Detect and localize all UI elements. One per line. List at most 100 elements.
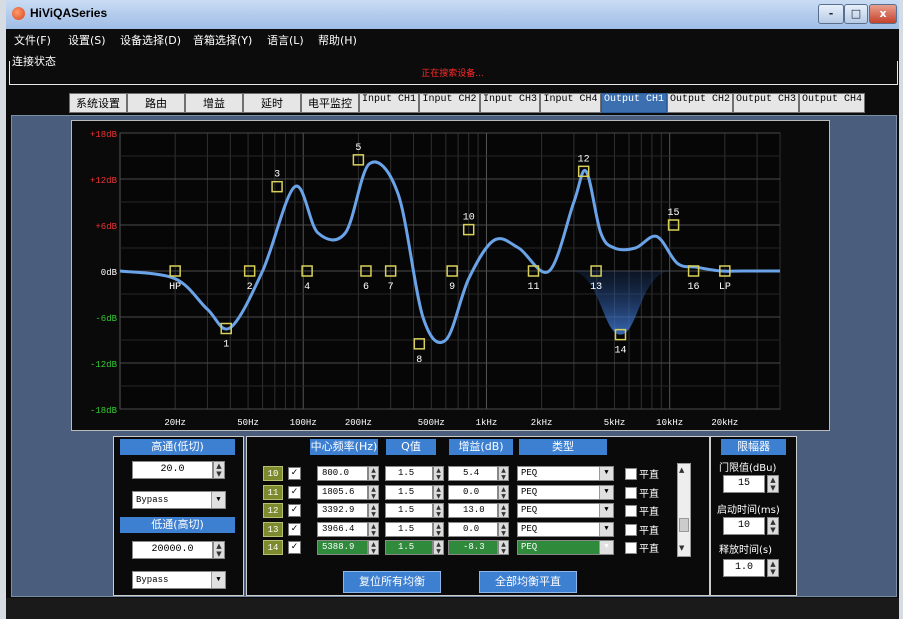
band-frequency-spinner[interactable]: ▲ ▼ (368, 466, 379, 481)
tab-output-ch4[interactable]: Output CH4 (799, 93, 865, 113)
hpf-type-dropdown[interactable]: Bypass ▼ (132, 491, 226, 509)
limiter-panel: 限幅器 门限值(dBu) 15 ▲ ▼ 启动时间(ms) 10 ▲ ▼ 释放时间(s… (710, 436, 797, 596)
band-gain-spinner[interactable]: ▲ ▼ (498, 521, 509, 537)
eq-band-label: 8 (416, 355, 422, 366)
menu-device-select[interactable]: 设备选择(D) (120, 32, 181, 48)
band-frequency-input[interactable]: 5388.9 (317, 540, 368, 555)
tab-delay[interactable]: 延时 (243, 93, 301, 113)
peq-scrollbar[interactable]: ▲ ▼ (677, 463, 691, 557)
hpf-frequency-input[interactable]: 20.0 (132, 461, 213, 479)
flatten-all-eq-button[interactable]: 全部均衡平直 (479, 571, 577, 593)
band-q-spinner[interactable]: ▲ ▼ (433, 521, 444, 537)
band-type-dropdown[interactable]: PEQ ▼ (517, 503, 614, 518)
scrollbar-thumb[interactable] (679, 518, 689, 532)
band-index: 12 (263, 503, 283, 518)
tab-level-monitor[interactable]: 电平监控 (301, 93, 359, 113)
band-gain-spinner[interactable]: ▲ ▼ (498, 466, 509, 481)
eq-band-label: 12 (578, 154, 590, 165)
hpf-frequency-spinner[interactable]: ▲ ▼ (213, 461, 225, 479)
lpf-frequency-input[interactable]: 20000.0 (132, 541, 213, 559)
band-enable-checkbox[interactable]: ✓ (288, 522, 301, 536)
reset-all-eq-button[interactable]: 复位所有均衡 (343, 571, 441, 593)
band-type-dropdown[interactable]: PEQ ▼ (517, 540, 614, 555)
eq-band-label: 1 (223, 340, 229, 351)
band-frequency-input[interactable]: 3966.4 (317, 521, 368, 537)
band-q-input[interactable]: 1.5 (385, 466, 433, 481)
release-time-input[interactable]: 1.0 (723, 559, 765, 577)
band-gain-spinner[interactable]: ▲ ▼ (498, 503, 509, 518)
tab-output-ch1[interactable]: Output CH1 (601, 93, 667, 113)
tab-input-ch3[interactable]: Input CH3 (480, 93, 540, 113)
tab-input-ch2[interactable]: Input CH2 (419, 93, 480, 113)
band-frequency-spinner[interactable]: ▲ ▼ (368, 521, 379, 537)
band-q-input[interactable]: 1.5 (385, 540, 433, 555)
band-type-dropdown[interactable]: PEQ ▼ (517, 484, 614, 500)
band-frequency-input[interactable]: 3392.9 (317, 503, 368, 518)
maximize-button[interactable]: □ (844, 4, 868, 24)
band-q-spinner[interactable]: ▲ ▼ (433, 503, 444, 518)
band-q-input[interactable]: 1.5 (385, 503, 433, 518)
band-gain-input[interactable]: -8.3 (448, 540, 498, 555)
band-q-spinner[interactable]: ▲ ▼ (433, 540, 444, 555)
tab-system-settings[interactable]: 系统设置 (69, 93, 127, 113)
band-q-spinner[interactable]: ▲ ▼ (433, 466, 444, 481)
scroll-up-icon[interactable]: ▲ (679, 466, 684, 474)
tab-gain[interactable]: 增益 (185, 93, 243, 113)
minimize-button[interactable]: - (818, 4, 844, 24)
tab-routing[interactable]: 路由 (127, 93, 185, 113)
flat-checkbox-box[interactable] (625, 542, 637, 554)
tab-output-ch3[interactable]: Output CH3 (733, 93, 799, 113)
eq-chart-panel: +18dB +12dB +6dB 0dB -6dB -12dB -18dB 20Hz 50Hz 1… (71, 120, 830, 431)
peq-band-row[interactable]: 14 ✓ 5388.9 ▲ ▼ 1.5 ▲ ▼ -8.3 ▲ ▼ PEQ ▼ 平直 (247, 540, 677, 557)
threshold-input[interactable]: 15 (723, 475, 765, 493)
band-enable-checkbox[interactable]: ✓ (288, 504, 301, 517)
band-gain-input[interactable]: 13.0 (448, 503, 498, 518)
menu-file[interactable]: 文件(F) (14, 32, 51, 48)
lpf-frequency-spinner[interactable]: ▲ ▼ (213, 541, 225, 559)
tab-input-ch1[interactable]: Input CH1 (359, 93, 419, 113)
band-frequency-input[interactable]: 1805.6 (317, 484, 368, 500)
flat-checkbox-box[interactable] (625, 468, 637, 480)
peq-band-row[interactable]: 13 ✓ 3966.4 ▲ ▼ 1.5 ▲ ▼ 0.0 ▲ ▼ PEQ ▼ 平直 (247, 521, 677, 539)
peq-band-row[interactable]: 11 ✓ 1805.6 ▲ ▼ 1.5 ▲ ▼ 0.0 ▲ ▼ PEQ ▼ 平直 (247, 484, 677, 502)
flat-checkbox-box[interactable] (625, 486, 637, 499)
band-q-spinner[interactable]: ▲ ▼ (433, 484, 444, 500)
release-time-spinner[interactable]: ▲ ▼ (767, 559, 779, 577)
flat-checkbox-box[interactable] (625, 505, 637, 517)
scroll-down-icon[interactable]: ▼ (679, 544, 684, 552)
band-type-dropdown[interactable]: PEQ ▼ (517, 466, 614, 481)
band-frequency-spinner[interactable]: ▲ ▼ (368, 503, 379, 518)
tab-output-ch2[interactable]: Output CH2 (667, 93, 733, 113)
eq-chart[interactable]: +18dB +12dB +6dB 0dB -6dB -12dB -18dB 20Hz 50Hz 1… (72, 121, 829, 430)
close-button[interactable]: x (869, 4, 897, 24)
flat-checkbox-box[interactable] (625, 523, 637, 536)
band-gain-input[interactable]: 0.0 (448, 521, 498, 537)
band-gain-spinner[interactable]: ▲ ▼ (498, 540, 509, 555)
band-index: 14 (263, 540, 283, 555)
band-enable-checkbox[interactable]: ✓ (288, 541, 301, 554)
band-frequency-input[interactable]: 800.0 (317, 466, 368, 481)
tab-input-ch4[interactable]: Input CH4 (540, 93, 601, 113)
band-frequency-spinner[interactable]: ▲ ▼ (368, 540, 379, 555)
band-frequency-spinner[interactable]: ▲ ▼ (368, 484, 379, 500)
band-enable-checkbox[interactable]: ✓ (288, 485, 301, 499)
menu-help[interactable]: 帮助(H) (318, 32, 357, 48)
band-type-dropdown[interactable]: PEQ ▼ (517, 521, 614, 537)
attack-time-input[interactable]: 10 (723, 517, 765, 535)
attack-time-spinner[interactable]: ▲ ▼ (767, 517, 779, 535)
band-q-input[interactable]: 1.5 (385, 521, 433, 537)
peq-band-row[interactable]: 10 ✓ 800.0 ▲ ▼ 1.5 ▲ ▼ 5.4 ▲ ▼ PEQ ▼ 平直 (247, 466, 677, 483)
band-gain-spinner[interactable]: ▲ ▼ (498, 484, 509, 500)
band-q-input[interactable]: 1.5 (385, 484, 433, 500)
menu-language[interactable]: 语言(L) (267, 32, 304, 48)
band-gain-input[interactable]: 5.4 (448, 466, 498, 481)
lpf-type-dropdown[interactable]: Bypass ▼ (132, 571, 226, 589)
menu-speaker-select[interactable]: 音箱选择(Y) (193, 32, 252, 48)
band-enable-checkbox[interactable]: ✓ (288, 467, 301, 480)
threshold-spinner[interactable]: ▲ ▼ (767, 475, 779, 493)
peq-band-row[interactable]: 12 ✓ 3392.9 ▲ ▼ 1.5 ▲ ▼ 13.0 ▲ ▼ PEQ ▼ 平直 (247, 503, 677, 520)
band-gain-input[interactable]: 0.0 (448, 484, 498, 500)
peq-gain-header: 增益(dB) (449, 439, 513, 455)
x-tick-label: 500Hz (418, 418, 445, 428)
menu-settings[interactable]: 设置(S) (68, 32, 106, 48)
